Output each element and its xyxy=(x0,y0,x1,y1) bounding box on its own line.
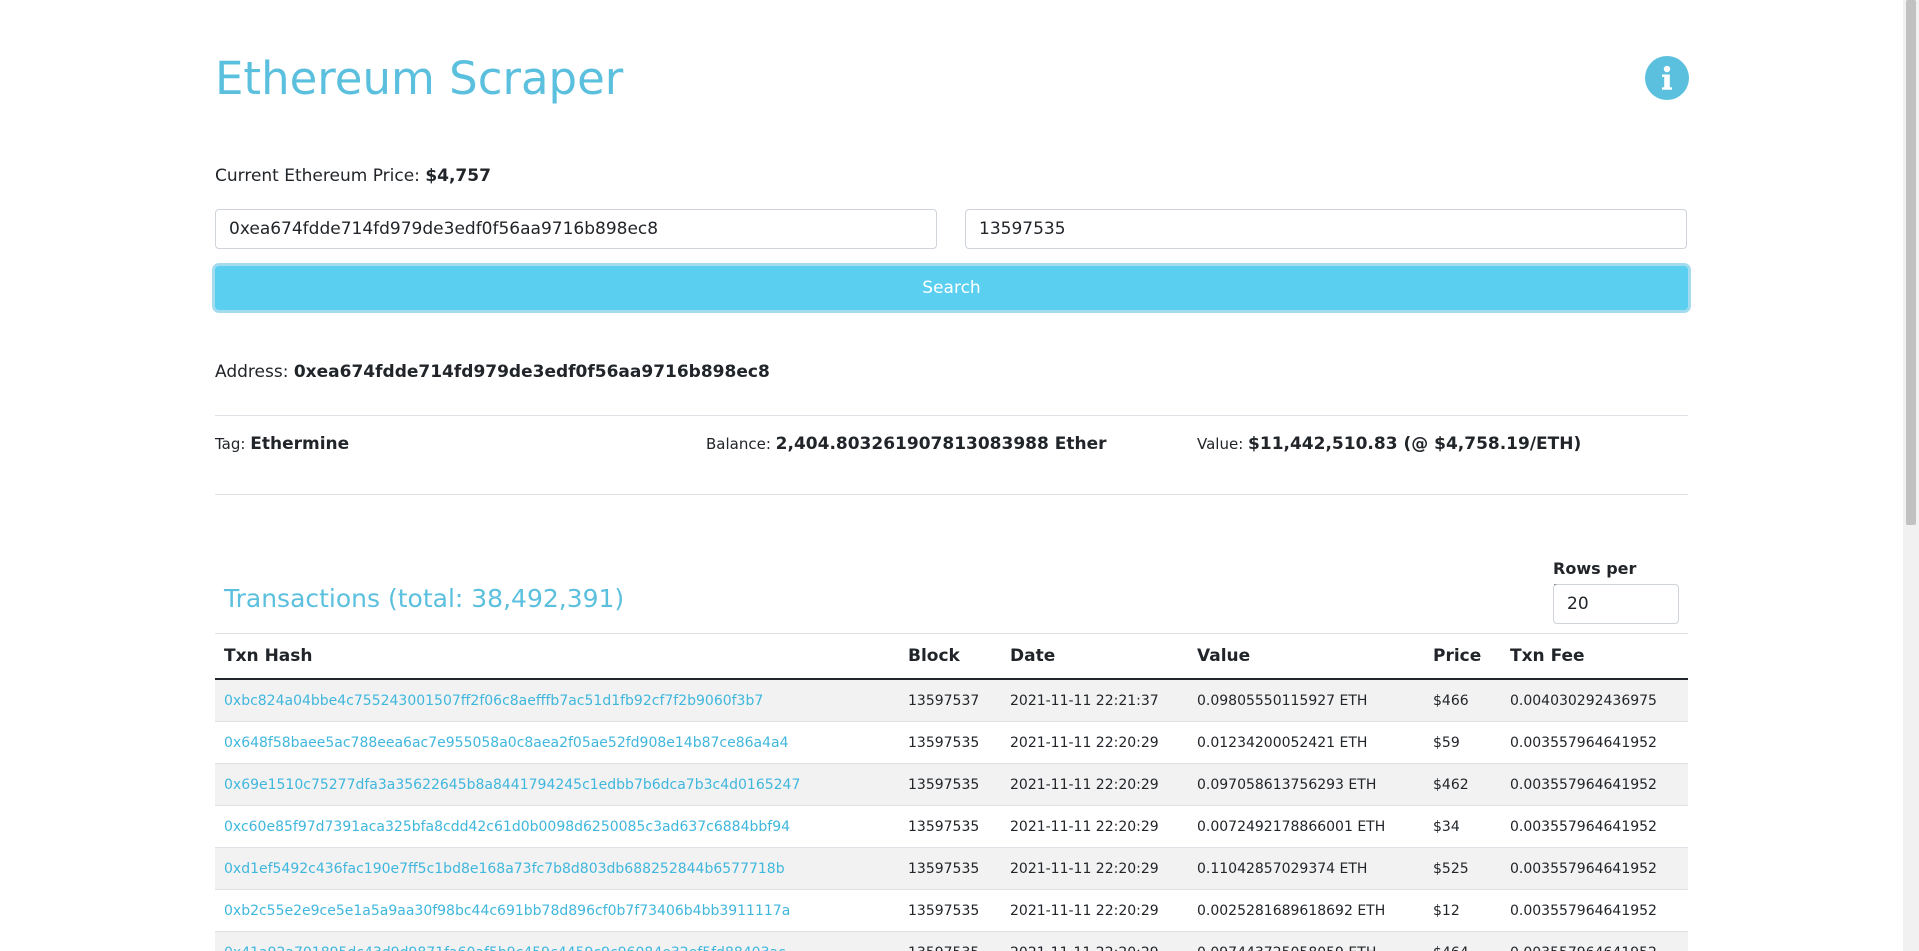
table-row: 0xd1ef5492c436fac190e7ff5c1bd8e168a73fc7… xyxy=(215,847,1688,890)
txn-fee-cell: 0.003557964641952 xyxy=(1501,721,1688,764)
address-value: 0xea674fdde714fd979de3edf0f56aa9716b898e… xyxy=(293,362,770,382)
column-header-txn-fee[interactable]: Txn Fee xyxy=(1501,633,1688,680)
value-cell: 0.01234200052421 ETH xyxy=(1188,721,1424,764)
date-cell: 2021-11-11 22:20:29 xyxy=(1001,721,1188,764)
tag-summary: Tag: Ethermine xyxy=(215,434,349,454)
table-row: 0xbc824a04bbe4c755243001507ff2f06c8aefff… xyxy=(215,679,1688,722)
tag-value: Ethermine xyxy=(250,434,350,454)
txn-hash-cell: 0x69e1510c75277dfa3a35622645b8a844179424… xyxy=(215,763,899,806)
txn-hash-link[interactable]: 0xc60e85f97d7391aca325bfa8cdd42c61d0b009… xyxy=(224,819,790,835)
value-cell: 0.11042857029374 ETH xyxy=(1188,847,1424,890)
txn-hash-link[interactable]: 0x69e1510c75277dfa3a35622645b8a844179424… xyxy=(224,777,800,793)
date-cell: 2021-11-11 22:20:29 xyxy=(1001,889,1188,932)
balance-label: Balance: xyxy=(706,435,771,453)
value-cell: 0.0072492178866001 ETH xyxy=(1188,805,1424,848)
block-cell: 13597535 xyxy=(899,763,1001,806)
txn-fee-cell: 0.003557964641952 xyxy=(1501,847,1688,890)
value-cell: 0.097058613756293 ETH xyxy=(1188,763,1424,806)
txn-hash-link[interactable]: 0x648f58baee5ac788eea6ac7e955058a0c8aea2… xyxy=(224,735,789,751)
txn-hash-link[interactable]: 0xb2c55e2e9ce5e1a5a9aa30f98bc44c691bb78d… xyxy=(224,903,790,919)
price-cell: $462 xyxy=(1424,763,1501,806)
price-cell: $464 xyxy=(1424,931,1501,951)
value-value: $11,442,510.83 (@ $4,758.19/ETH) xyxy=(1248,434,1582,454)
date-cell: 2021-11-11 22:21:37 xyxy=(1001,679,1188,722)
info-button[interactable] xyxy=(1645,56,1689,100)
block-cell: 13597535 xyxy=(899,889,1001,932)
price-cell: $525 xyxy=(1424,847,1501,890)
divider-top xyxy=(215,415,1688,416)
date-cell: 2021-11-11 22:20:29 xyxy=(1001,931,1188,951)
txn-hash-cell: 0xbc824a04bbe4c755243001507ff2f06c8aefff… xyxy=(215,679,899,722)
column-header-date[interactable]: Date xyxy=(1001,633,1188,680)
txn-fee-cell: 0.004030292436975 xyxy=(1501,679,1688,722)
block-cell: 13597535 xyxy=(899,721,1001,764)
balance-summary: Balance: 2,404.803261907813083988 Ether xyxy=(706,434,1107,454)
price-cell: $34 xyxy=(1424,805,1501,848)
txn-fee-cell: 0.003557964641952 xyxy=(1501,931,1688,951)
info-icon xyxy=(1662,65,1672,90)
value-cell: 0.097443725058059 ETH xyxy=(1188,931,1424,951)
txn-fee-cell: 0.003557964641952 xyxy=(1501,763,1688,806)
current-price-label: Current Ethereum Price: xyxy=(215,166,420,186)
price-cell: $12 xyxy=(1424,889,1501,932)
block-cell: 13597537 xyxy=(899,679,1001,722)
search-button[interactable]: Search xyxy=(215,266,1688,310)
address-input[interactable] xyxy=(215,209,937,249)
table-row: 0xc60e85f97d7391aca325bfa8cdd42c61d0b009… xyxy=(215,805,1688,848)
address-summary: Address: 0xea674fdde714fd979de3edf0f56aa… xyxy=(215,362,770,382)
transactions-table: Txn Hash Block Date Value Price Txn Fee … xyxy=(215,633,1688,951)
value-label: Value: xyxy=(1197,435,1244,453)
txn-hash-link[interactable]: 0x41a92a701895dc43d9d9871fa60af5b9c459c4… xyxy=(224,945,786,951)
table-row: 0x648f58baee5ac788eea6ac7e955058a0c8aea2… xyxy=(215,721,1688,764)
price-cell: $466 xyxy=(1424,679,1501,722)
txn-hash-cell: 0xb2c55e2e9ce5e1a5a9aa30f98bc44c691bb78d… xyxy=(215,889,899,932)
block-cell: 13597535 xyxy=(899,931,1001,951)
address-label: Address: xyxy=(215,362,289,382)
table-row: 0xb2c55e2e9ce5e1a5a9aa30f98bc44c691bb78d… xyxy=(215,889,1688,932)
block-cell: 13597535 xyxy=(899,805,1001,848)
table-header-row: Txn Hash Block Date Value Price Txn Fee xyxy=(215,633,1688,680)
txn-hash-cell: 0x648f58baee5ac788eea6ac7e955058a0c8aea2… xyxy=(215,721,899,764)
txn-hash-cell: 0xd1ef5492c436fac190e7ff5c1bd8e168a73fc7… xyxy=(215,847,899,890)
current-price: Current Ethereum Price: $4,757 xyxy=(215,166,491,186)
page-title: Ethereum Scraper xyxy=(215,52,624,105)
balance-value: 2,404.803261907813083988 Ether xyxy=(775,434,1107,454)
transactions-title: Transactions (total: 38,492,391) xyxy=(224,584,625,613)
table-row: 0x41a92a701895dc43d9d9871fa60af5b9c459c4… xyxy=(215,931,1688,951)
column-header-block[interactable]: Block xyxy=(899,633,1001,680)
txn-fee-cell: 0.003557964641952 xyxy=(1501,889,1688,932)
txn-hash-cell: 0xc60e85f97d7391aca325bfa8cdd42c61d0b009… xyxy=(215,805,899,848)
column-header-value[interactable]: Value xyxy=(1188,633,1424,680)
date-cell: 2021-11-11 22:20:29 xyxy=(1001,847,1188,890)
value-cell: 0.0025281689618692 ETH xyxy=(1188,889,1424,932)
date-cell: 2021-11-11 22:20:29 xyxy=(1001,805,1188,848)
value-cell: 0.09805550115927 ETH xyxy=(1188,679,1424,722)
divider-bottom xyxy=(215,494,1688,495)
txn-hash-link[interactable]: 0xd1ef5492c436fac190e7ff5c1bd8e168a73fc7… xyxy=(224,861,785,877)
column-header-txn-hash[interactable]: Txn Hash xyxy=(215,633,899,680)
price-cell: $59 xyxy=(1424,721,1501,764)
block-input[interactable] xyxy=(965,209,1687,249)
page-scrollbar[interactable] xyxy=(1903,0,1919,951)
date-cell: 2021-11-11 22:20:29 xyxy=(1001,763,1188,806)
value-summary: Value: $11,442,510.83 (@ $4,758.19/ETH) xyxy=(1197,434,1581,454)
column-header-price[interactable]: Price xyxy=(1424,633,1501,680)
table-row: 0x69e1510c75277dfa3a35622645b8a844179424… xyxy=(215,763,1688,806)
txn-hash-cell: 0x41a92a701895dc43d9d9871fa60af5b9c459c4… xyxy=(215,931,899,951)
block-cell: 13597535 xyxy=(899,847,1001,890)
txn-hash-link[interactable]: 0xbc824a04bbe4c755243001507ff2f06c8aefff… xyxy=(224,693,763,709)
tag-label: Tag: xyxy=(215,435,246,453)
page: Ethereum Scraper Current Ethereum Price:… xyxy=(0,0,1903,951)
current-price-value: $4,757 xyxy=(425,166,491,186)
rows-per-page-input[interactable] xyxy=(1553,584,1679,624)
txn-fee-cell: 0.003557964641952 xyxy=(1501,805,1688,848)
scrollbar-thumb[interactable] xyxy=(1906,0,1916,525)
